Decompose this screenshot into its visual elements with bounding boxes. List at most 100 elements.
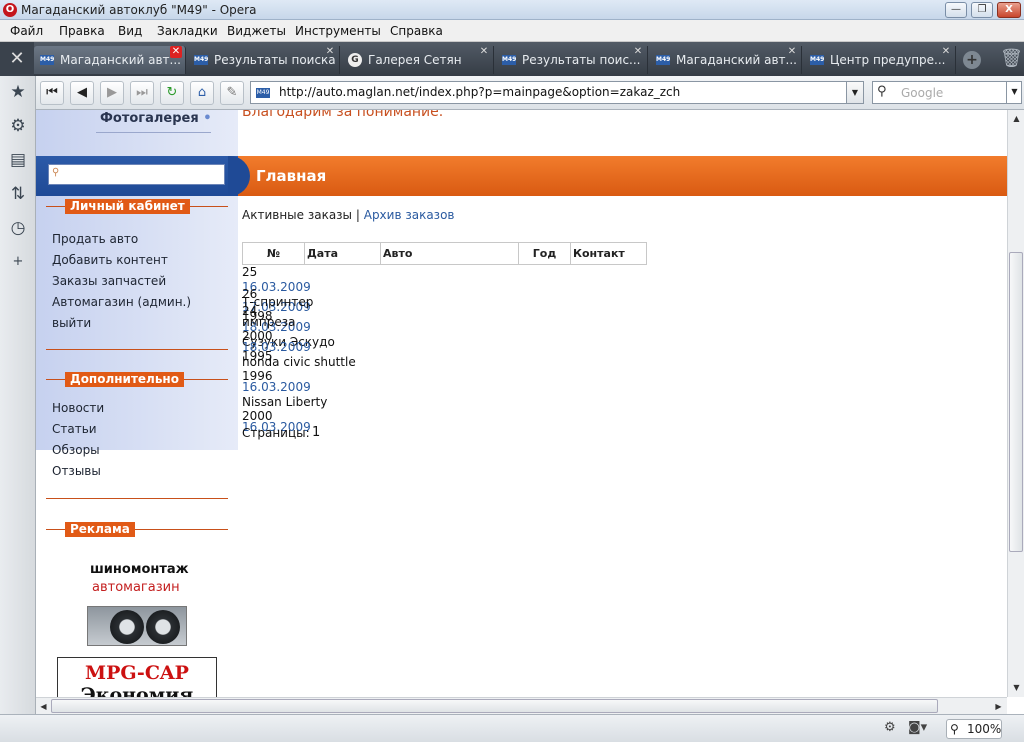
address-url[interactable]: http://auto.maglan.net/index.php?p=mainp… xyxy=(279,85,680,99)
m49-favicon-icon: M49 xyxy=(502,55,517,65)
col-date: Дата xyxy=(304,242,381,265)
close-tab-icon[interactable]: ✕ xyxy=(632,46,644,58)
close-tab-icon[interactable]: ✕ xyxy=(786,46,798,58)
page-number-link[interactable]: 1 xyxy=(312,425,320,440)
address-bar[interactable]: M49 http://auto.maglan.net/index.php?p=m… xyxy=(250,81,864,104)
menu-file[interactable]: Файл xyxy=(10,24,43,38)
search-engine-dropdown-icon[interactable]: ▼ xyxy=(1006,81,1022,104)
tab-warning-center[interactable]: M49 Центр предупре... ✕ xyxy=(804,46,956,74)
scroll-left-arrow-icon[interactable]: ◀ xyxy=(36,699,51,714)
tools-wrench-icon[interactable]: ✕ xyxy=(0,42,34,76)
minimize-button[interactable]: — xyxy=(945,2,967,18)
logout-link[interactable]: выйти xyxy=(52,316,91,330)
tab-label: Результаты поиска xyxy=(214,53,336,67)
address-dropdown-icon[interactable]: ▼ xyxy=(846,81,864,104)
rewind-icon[interactable]: ⏮ xyxy=(40,81,64,105)
site-search-input[interactable]: ⚲ xyxy=(48,164,225,185)
title-bar: O Магаданский автоклуб "M49" - Opera — ❐… xyxy=(0,0,1024,20)
fast-forward-icon[interactable]: ⏭ xyxy=(130,81,154,105)
ad-tire-service-title[interactable]: шиномонтаж xyxy=(90,562,189,577)
notes-icon[interactable]: ▤ xyxy=(6,148,30,172)
close-tab-icon[interactable]: ✕ xyxy=(324,46,336,58)
ads-section-header: Реклама xyxy=(46,522,228,537)
reload-icon[interactable]: ↻ xyxy=(160,81,184,105)
tab-label: Магаданский авт... xyxy=(60,53,181,67)
order-date-link[interactable]: 16.03.2009 xyxy=(242,380,311,394)
transfers-icon[interactable]: ⇅ xyxy=(6,182,30,206)
divider xyxy=(46,498,228,499)
tab-maglan-1[interactable]: M49 Магаданский авт... ✕ xyxy=(34,46,186,74)
images-camera-icon[interactable]: ◙▾ xyxy=(908,720,927,735)
active-orders-tab[interactable]: Активные заказы xyxy=(242,208,352,222)
menu-edit[interactable]: Правка xyxy=(59,24,105,38)
menu-bar: Файл Правка Вид Закладки Виджеты Инструм… xyxy=(0,20,1024,42)
cabinet-title: Личный кабинет xyxy=(65,199,190,214)
vertical-scroll-thumb[interactable] xyxy=(1009,252,1023,552)
tabs-separator: | xyxy=(355,208,360,222)
close-window-button[interactable]: X xyxy=(997,2,1021,18)
settings-gear-icon[interactable]: ⚙ xyxy=(6,114,30,138)
bookmarks-star-icon[interactable]: ★ xyxy=(6,80,30,104)
articles-link[interactable]: Статьи xyxy=(52,422,97,436)
search-box[interactable]: ⚲ Google ▼ xyxy=(872,81,1022,104)
col-year: Год xyxy=(518,242,571,265)
new-tab-plus-icon[interactable]: + xyxy=(963,51,981,69)
forward-arrow-icon[interactable]: ▶ xyxy=(100,81,124,105)
mpg-cap-title: MPG-CAP xyxy=(85,662,189,684)
status-bar: ⚙ ◙▾ ⚲ 100% xyxy=(0,714,1024,742)
col-contact: Контакт xyxy=(570,242,647,265)
search-placeholder: Google xyxy=(901,86,944,100)
opera-logo-icon: O xyxy=(3,3,17,17)
scroll-right-arrow-icon[interactable]: ▶ xyxy=(991,699,1006,714)
parts-orders-link[interactable]: Заказы запчастей xyxy=(52,274,166,288)
menu-help[interactable]: Справка xyxy=(390,24,443,38)
zoom-control[interactable]: ⚲ 100% xyxy=(946,719,1002,739)
tab-search-results-1[interactable]: M49 Результаты поиска ✕ xyxy=(188,46,340,74)
order-date-link[interactable]: 18.03.2009 xyxy=(242,340,311,354)
scroll-down-arrow-icon[interactable]: ▼ xyxy=(1009,680,1024,695)
feedback-link[interactable]: Отзывы xyxy=(52,464,101,478)
add-content-link[interactable]: Добавить контент xyxy=(52,253,168,267)
scroll-up-arrow-icon[interactable]: ▲ xyxy=(1009,111,1024,126)
gallery-link[interactable]: Фотогалерея • xyxy=(100,111,212,126)
reviews-link[interactable]: Обзоры xyxy=(52,443,100,457)
sell-car-link[interactable]: Продать авто xyxy=(52,232,138,246)
menu-widgets[interactable]: Виджеты xyxy=(227,24,286,38)
mpg-cap-subtitle: Экономия xyxy=(80,684,194,697)
turbo-icon[interactable]: ⚙ xyxy=(884,720,896,735)
back-arrow-icon[interactable]: ◀ xyxy=(70,81,94,105)
menu-bookmarks[interactable]: Закладки xyxy=(157,24,218,38)
vertical-scrollbar[interactable]: ▲ ▼ xyxy=(1007,110,1024,697)
archive-orders-link[interactable]: Архив заказов xyxy=(364,208,455,222)
tab-search-results-2[interactable]: M49 Результаты поис... ✕ xyxy=(496,46,648,74)
tab-maglan-2[interactable]: M49 Магаданский авт... ✕ xyxy=(650,46,802,74)
page-title: Главная xyxy=(256,167,327,185)
edit-site-prefs-icon[interactable]: ✎ xyxy=(220,81,244,105)
divider xyxy=(46,349,228,350)
close-tab-icon[interactable]: ✕ xyxy=(478,46,490,58)
trash-icon[interactable]: 🗑 xyxy=(1000,48,1023,69)
close-tab-icon[interactable]: ✕ xyxy=(170,46,182,58)
autoshop-admin-link[interactable]: Автомагазин (админ.) xyxy=(52,295,191,309)
news-link[interactable]: Новости xyxy=(52,401,104,415)
menu-view[interactable]: Вид xyxy=(118,24,142,38)
horizontal-scroll-thumb[interactable] xyxy=(51,699,938,713)
tab-label: Центр предупре... xyxy=(830,53,946,67)
col-number: № xyxy=(242,242,305,265)
menu-tools[interactable]: Инструменты xyxy=(295,24,381,38)
ad-autoshop-subtitle[interactable]: автомагазин xyxy=(92,580,180,595)
zoom-magnifier-icon: ⚲ xyxy=(950,722,959,736)
tires-ad-image[interactable] xyxy=(87,606,187,646)
mpg-cap-ad-banner[interactable]: MPG-CAP Экономия xyxy=(57,657,217,697)
extra-section-header: Дополнительно xyxy=(46,372,228,387)
maximize-button[interactable]: ❐ xyxy=(971,2,993,18)
col-car: Авто xyxy=(380,242,519,265)
home-icon[interactable]: ⌂ xyxy=(190,81,214,105)
history-clock-icon[interactable]: ◷ xyxy=(6,216,30,240)
horizontal-scrollbar[interactable]: ◀ ▶ xyxy=(36,697,1007,714)
close-tab-icon[interactable]: ✕ xyxy=(940,46,952,58)
add-panel-plus-icon[interactable]: + xyxy=(6,250,30,274)
gallery-label: Фотогалерея xyxy=(100,111,199,126)
main-header-bar: ⚲ Главная xyxy=(36,156,1007,196)
tab-gallery[interactable]: G Галерея Сетян ✕ xyxy=(342,46,494,74)
